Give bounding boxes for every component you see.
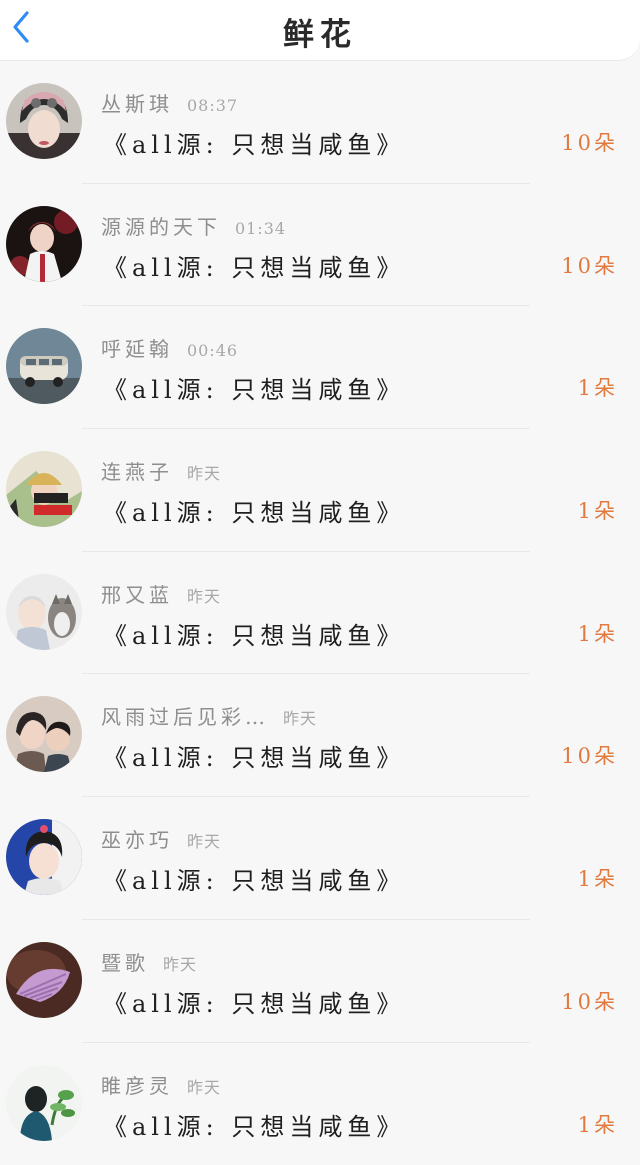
timestamp: 01:34 <box>235 219 286 238</box>
avatar[interactable] <box>6 696 82 772</box>
user-name[interactable]: 源源的天下 <box>101 215 221 239</box>
avatar[interactable] <box>6 1065 82 1141</box>
user-name[interactable]: 巫亦巧 <box>101 828 173 852</box>
book-title[interactable]: 《all源: 只想当咸鱼》 <box>103 984 405 1019</box>
item-meta: 丛斯琪 08:37 <box>101 88 238 117</box>
book-title[interactable]: 《all源: 只想当咸鱼》 <box>103 738 405 773</box>
flower-count: 10朵 <box>561 127 618 157</box>
user-name[interactable]: 连燕子 <box>101 460 173 484</box>
list-item[interactable]: 源源的天下 01:34 《all源: 只想当咸鱼》 10朵 <box>0 184 640 307</box>
avatar[interactable] <box>6 206 82 282</box>
flower-count: 10朵 <box>561 250 618 280</box>
list-item[interactable]: 丛斯琪 08:37 《all源: 只想当咸鱼》 10朵 <box>0 61 640 184</box>
list-item[interactable]: 睢彦灵昨天 《all源: 只想当咸鱼》 1朵 <box>0 1043 640 1165</box>
seashell-avatar-icon <box>6 942 82 1018</box>
timestamp: 00:46 <box>187 341 238 360</box>
user-name[interactable]: 丛斯琪 <box>101 92 173 116</box>
user-name[interactable]: 暨歌 <box>101 951 149 975</box>
item-meta: 睢彦灵昨天 <box>101 1070 221 1099</box>
flower-count: 1朵 <box>578 372 618 402</box>
avatar[interactable] <box>6 451 82 527</box>
flower-count: 10朵 <box>561 986 618 1016</box>
item-meta: 连燕子昨天 <box>101 456 221 485</box>
timestamp: 昨天 <box>283 709 317 728</box>
header-bar: 鲜花 <box>0 0 640 61</box>
book-title[interactable]: 《all源: 只想当咸鱼》 <box>103 616 405 651</box>
flower-list: 丛斯琪 08:37 《all源: 只想当咸鱼》 10朵 源源的天下 01:34 《a… <box>0 61 640 1165</box>
book-title[interactable]: 《all源: 只想当咸鱼》 <box>103 493 405 528</box>
list-item[interactable]: 呼延翰 00:46 《all源: 只想当咸鱼》 1朵 <box>0 306 640 429</box>
singer-stage-avatar-icon <box>6 206 82 282</box>
flower-count: 1朵 <box>578 495 618 525</box>
user-name[interactable]: 睢彦灵 <box>101 1074 173 1098</box>
girl-plant-avatar-icon <box>6 1065 82 1141</box>
timestamp: 昨天 <box>163 955 197 974</box>
user-name[interactable]: 呼延翰 <box>101 337 173 361</box>
book-title[interactable]: 《all源: 只想当咸鱼》 <box>103 370 405 405</box>
timestamp: 昨天 <box>187 464 221 483</box>
item-meta: 巫亦巧昨天 <box>101 824 221 853</box>
timestamp: 昨天 <box>187 1078 221 1097</box>
book-title[interactable]: 《all源: 只想当咸鱼》 <box>103 861 405 896</box>
avatar[interactable] <box>6 328 82 404</box>
flower-count: 1朵 <box>578 863 618 893</box>
timestamp: 昨天 <box>187 832 221 851</box>
avatar[interactable] <box>6 83 82 159</box>
list-item[interactable]: 风雨过后见彩… 昨天 《all源: 只想当咸鱼》 10朵 <box>0 674 640 797</box>
book-title[interactable]: 《all源: 只想当咸鱼》 <box>103 125 405 160</box>
book-title[interactable]: 《all源: 只想当咸鱼》 <box>103 248 405 283</box>
list-item[interactable]: 巫亦巧昨天 《all源: 只想当咸鱼》 1朵 <box>0 797 640 920</box>
avatar[interactable] <box>6 942 82 1018</box>
user-name[interactable]: 风雨过后见彩… <box>101 705 269 729</box>
user-name[interactable]: 邢又蓝 <box>101 583 173 607</box>
item-meta: 风雨过后见彩… 昨天 <box>101 701 317 730</box>
list-item[interactable]: 邢又蓝昨天 《all源: 只想当咸鱼》 1朵 <box>0 552 640 675</box>
list-item[interactable]: 暨歌昨天 《all源: 只想当咸鱼》 10朵 <box>0 920 640 1043</box>
flower-count: 1朵 <box>578 1109 618 1139</box>
item-meta: 源源的天下 01:34 <box>101 211 286 240</box>
timestamp: 08:37 <box>187 96 238 115</box>
flower-count: 1朵 <box>578 618 618 648</box>
toy-van-avatar-icon <box>6 328 82 404</box>
avatar[interactable] <box>6 819 82 895</box>
list-item[interactable]: 连燕子昨天 《all源: 只想当咸鱼》 1朵 <box>0 429 640 552</box>
timestamp: 昨天 <box>187 587 221 606</box>
page-title: 鲜花 <box>0 9 640 54</box>
item-meta: 暨歌昨天 <box>101 947 197 976</box>
flower-count: 10朵 <box>561 740 618 770</box>
boy-portrait-avatar-icon <box>6 819 82 895</box>
mother-child-avatar-icon <box>6 696 82 772</box>
child-hat-avatar-icon <box>6 451 82 527</box>
item-meta: 呼延翰 00:46 <box>101 333 238 362</box>
avatar[interactable] <box>6 574 82 650</box>
girl-helmet-avatar-icon <box>6 83 82 159</box>
baby-dog-avatar-icon <box>6 574 82 650</box>
book-title[interactable]: 《all源: 只想当咸鱼》 <box>103 1107 405 1142</box>
item-meta: 邢又蓝昨天 <box>101 579 221 608</box>
